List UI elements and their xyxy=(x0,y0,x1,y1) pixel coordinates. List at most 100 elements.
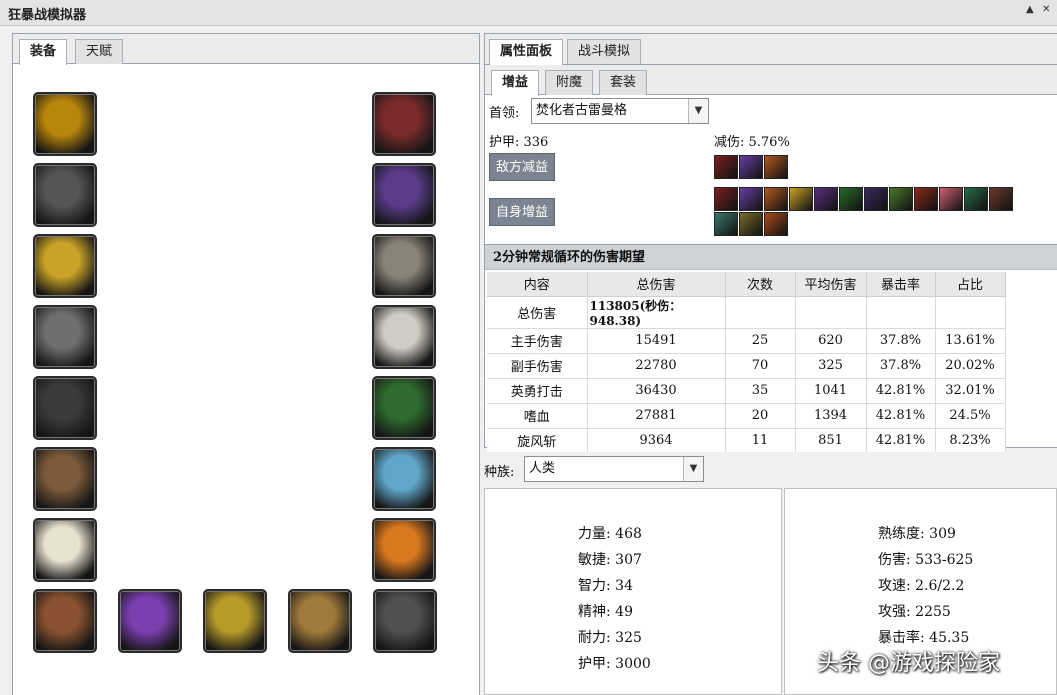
stat-line: 攻强: 2255 xyxy=(878,604,951,620)
self-buff-button[interactable]: 自身增益 xyxy=(489,198,556,226)
sub-tabstrip: 增益 附魔 套装 xyxy=(485,65,1057,96)
tab-buffs[interactable]: 增益 xyxy=(491,70,540,96)
chest-chain-icon[interactable] xyxy=(33,376,97,440)
damage-panel-title: 2分钟常规循环的伤害期望 xyxy=(485,244,1057,270)
chevron-down-icon: ▼ xyxy=(688,99,708,123)
tabard-white-icon[interactable] xyxy=(33,518,97,582)
sword-icon[interactable] xyxy=(714,212,738,236)
table-row: 英勇打击 36430 35 1041 42.81% 32.01% xyxy=(487,378,1006,404)
horn-icon[interactable] xyxy=(739,212,763,236)
stat-line: 精神: 49 xyxy=(578,604,633,620)
table-cell: 旋风斩 xyxy=(487,428,588,454)
burst-icon[interactable] xyxy=(889,187,913,211)
table-cell: 1394 xyxy=(795,403,867,429)
herb-icon[interactable] xyxy=(839,187,863,211)
damage-table: 内容 总伤害 次数 平均伤害 暴击率 占比 总伤害 113805(秒伤：948.… xyxy=(487,272,1006,454)
chevron-down-icon: ▼ xyxy=(683,457,703,481)
claw-icon[interactable] xyxy=(989,187,1013,211)
window-title: 狂暴战模拟器 xyxy=(8,8,87,23)
might-icon[interactable] xyxy=(739,187,763,211)
shoulder-gold-icon[interactable] xyxy=(33,234,97,298)
table-cell xyxy=(725,296,796,329)
finger-silver-ring-icon[interactable] xyxy=(372,447,436,511)
table-cell: 620 xyxy=(795,328,867,354)
potion-icon[interactable] xyxy=(814,187,838,211)
table-cell: 22780 xyxy=(587,353,726,379)
legs-plate-icon[interactable] xyxy=(372,234,436,298)
right-tabstrip: 属性面板 战斗模拟 xyxy=(485,34,1057,65)
hands-gauntlet-icon[interactable] xyxy=(372,92,436,156)
trinket-red-icon[interactable] xyxy=(372,518,436,582)
kings-icon[interactable] xyxy=(714,187,738,211)
minimize-icon[interactable]: ▲ xyxy=(1026,4,1034,15)
enemy-debuff-button[interactable]: 敌方减益 xyxy=(489,153,556,181)
boss-label: 首领: xyxy=(489,106,520,121)
stat-line: 暴击率: 45.35 xyxy=(878,630,970,646)
table-row: 旋风斩 9364 11 851 42.81% 8.23% xyxy=(487,428,1006,454)
ranged-bow-icon[interactable] xyxy=(288,589,352,653)
armor-text: 护甲: 336 xyxy=(489,135,549,150)
tab-attributes[interactable]: 属性面板 xyxy=(489,39,564,65)
column-header: 次数 xyxy=(725,272,796,297)
tab-equipment[interactable]: 装备 xyxy=(19,39,68,65)
equipment-panel: 装备 天赋 xyxy=(12,33,480,695)
tab-combat-sim[interactable]: 战斗模拟 xyxy=(567,39,642,64)
trinket-studded-icon[interactable] xyxy=(373,589,437,653)
column-header: 占比 xyxy=(935,272,1006,297)
finger-green-ring-icon[interactable] xyxy=(372,376,436,440)
wind-icon[interactable] xyxy=(964,187,988,211)
left-tabstrip: 装备 天赋 xyxy=(13,34,479,65)
close-icon[interactable]: ✕ xyxy=(1042,4,1050,15)
back-cloak-icon[interactable] xyxy=(33,305,97,369)
head-helm-icon[interactable] xyxy=(33,92,97,156)
main-hand-purple-sword-icon[interactable] xyxy=(118,589,182,653)
stat-line: 护甲: 3000 xyxy=(578,656,651,672)
table-cell: 42.81% xyxy=(866,403,936,429)
damage-panel: 2分钟常规循环的伤害期望 内容 总伤害 次数 平均伤害 暴击率 占比 总伤害 1… xyxy=(485,244,1057,454)
column-header: 总伤害 xyxy=(587,272,726,297)
table-cell: 35 xyxy=(725,378,796,404)
off-hand-gold-sword-icon[interactable] xyxy=(203,589,267,653)
table-cell: 36430 xyxy=(587,378,726,404)
table-cell: 20 xyxy=(725,403,796,429)
shirt-copper-icon[interactable] xyxy=(33,589,97,653)
boss-select-value: 焚化者古雷曼格 xyxy=(536,103,628,118)
feet-boots-icon[interactable] xyxy=(372,305,436,369)
fortitude-icon[interactable] xyxy=(764,187,788,211)
race-select[interactable]: 人类 ▼ xyxy=(524,456,704,482)
faerie-icon[interactable] xyxy=(764,155,788,179)
stat-line: 力量: 468 xyxy=(578,526,642,542)
table-row-total: 总伤害 113805(秒伤：948.38) xyxy=(487,296,1006,329)
dragon-icon[interactable] xyxy=(864,187,888,211)
leaf-icon[interactable] xyxy=(789,187,813,211)
table-cell: 1041 xyxy=(795,378,867,404)
table-cell: 英勇打击 xyxy=(487,378,588,404)
table-cell: 27881 xyxy=(587,403,726,429)
tab-talents[interactable]: 天赋 xyxy=(75,39,124,64)
tab-sets[interactable]: 套装 xyxy=(599,70,648,95)
stat-line: 伤害: 533-625 xyxy=(878,552,974,568)
table-cell: 副手伤害 xyxy=(487,353,588,379)
table-cell: 20.02% xyxy=(935,353,1006,379)
sunder-icon[interactable] xyxy=(714,155,738,179)
stat-line: 熟练度: 309 xyxy=(878,526,956,542)
wrist-leather-icon[interactable] xyxy=(33,447,97,511)
race-label: 种族: xyxy=(484,465,515,480)
damage-reduction-text: 减伤: 5.76% xyxy=(714,135,790,150)
boss-select[interactable]: 焚化者古雷曼格 ▼ xyxy=(531,98,709,124)
totem-icon[interactable] xyxy=(914,187,938,211)
table-cell: 325 xyxy=(795,353,867,379)
waist-purple-icon[interactable] xyxy=(372,163,436,227)
table-cell: 13.61% xyxy=(935,328,1006,354)
table-cell: 8.23% xyxy=(935,428,1006,454)
table-cell: 32.01% xyxy=(935,378,1006,404)
table-cell: 嗜血 xyxy=(487,403,588,429)
table-cell: 15491 xyxy=(587,328,726,354)
neck-spiked-icon[interactable] xyxy=(33,163,97,227)
race-select-value: 人类 xyxy=(529,461,556,476)
curse-icon[interactable] xyxy=(739,155,763,179)
flame-icon[interactable] xyxy=(764,212,788,236)
tab-enchants[interactable]: 附魔 xyxy=(545,70,594,95)
arrow-icon[interactable] xyxy=(939,187,963,211)
stat-line: 攻速: 2.6/2.2 xyxy=(878,578,965,594)
